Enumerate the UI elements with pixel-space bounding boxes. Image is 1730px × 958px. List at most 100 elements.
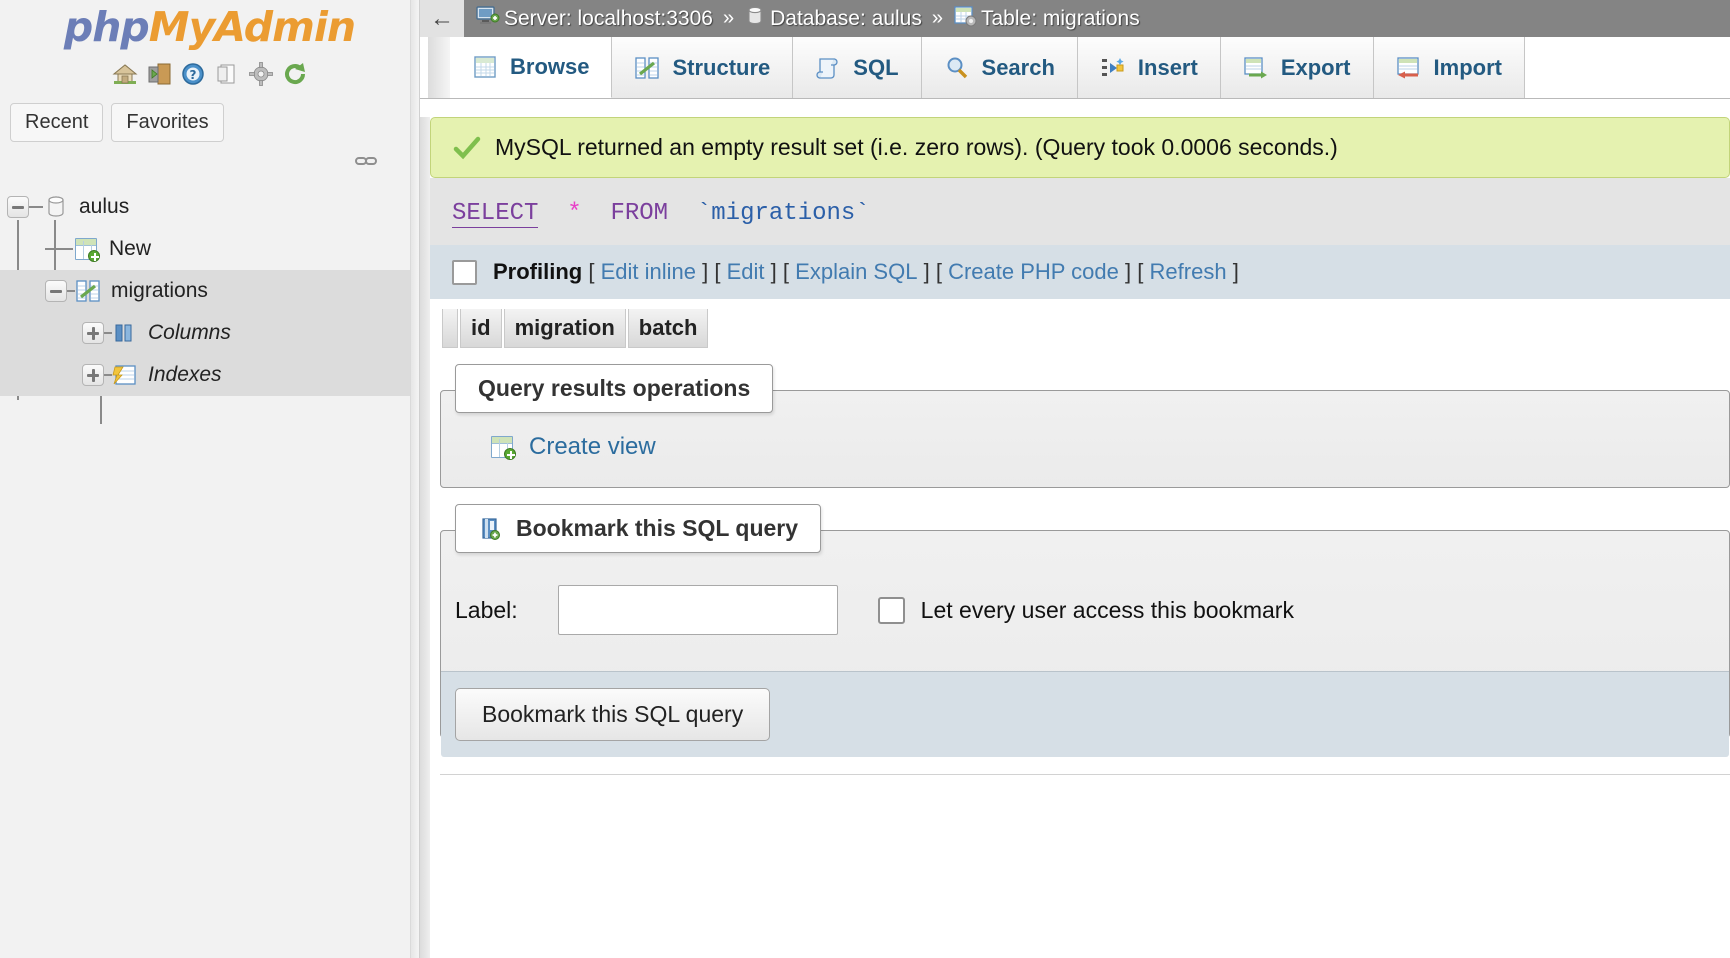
server-icon: [476, 5, 500, 33]
structure-icon: [634, 56, 660, 80]
tree-connector: [67, 290, 75, 293]
quick-nav-buttons: Recent Favorites: [10, 103, 419, 143]
collapse-toggle-aulus[interactable]: [7, 196, 29, 219]
link-explain-sql[interactable]: Explain SQL: [795, 259, 917, 285]
bookmark-legend: Bookmark this SQL query: [455, 504, 822, 553]
table-structure-icon: [75, 279, 101, 303]
tab-structure[interactable]: Structure: [612, 37, 794, 98]
sidebar-icon-row: ?: [0, 61, 419, 87]
sql-star: *: [567, 200, 582, 227]
sidebar-scrollbar[interactable]: [410, 0, 419, 958]
tab-search[interactable]: Search: [921, 37, 1078, 98]
content-area: MySQL returned an empty result set (i.e.…: [420, 117, 1730, 958]
sql-scroll-icon: [815, 56, 841, 80]
sql-keyword-select: SELECT: [452, 200, 539, 228]
tree-node-migrations[interactable]: migrations: [0, 270, 419, 313]
collapse-toggle-migrations[interactable]: [45, 280, 67, 303]
navigation-sidebar: phpMyAdmin ? Recent Favorites aulus New …: [0, 0, 420, 958]
results-table: id migration batch: [440, 309, 710, 348]
bookmark-submit-button[interactable]: Bookmark this SQL query: [455, 688, 771, 741]
tree-node-indexes[interactable]: Indexes: [0, 354, 419, 397]
favorites-button[interactable]: Favorites: [111, 103, 224, 143]
tree-node-label: Columns: [148, 321, 231, 345]
bookmark-share-row[interactable]: Let every user access this bookmark: [877, 596, 1294, 624]
magnifier-icon: [944, 56, 970, 80]
logo-myadmin-text: MyAdmin: [148, 3, 356, 51]
executed-sql-display[interactable]: SELECT * FROM `migrations`: [430, 178, 1730, 245]
docs-icon[interactable]: [214, 61, 240, 87]
logo-php-text: php: [63, 3, 150, 51]
tab-label: SQL: [853, 54, 899, 80]
bookmark-form: Label: Let every user access this bookma…: [441, 561, 1729, 653]
breadcrumb-item-table[interactable]: Table: migrations: [953, 5, 1140, 33]
bookmark-footer: Bookmark this SQL query: [441, 671, 1729, 757]
phpmyadmin-logo[interactable]: phpMyAdmin: [0, 0, 419, 49]
column-header-id[interactable]: id: [460, 309, 502, 348]
help-icon[interactable]: ?: [180, 61, 206, 87]
table-tabs: Browse Structure SQL Search Insert Expor…: [420, 37, 1730, 99]
bookmark-share-label: Let every user access this bookmark: [920, 596, 1294, 623]
tab-browse[interactable]: Browse: [450, 37, 613, 98]
tab-label: Browse: [510, 54, 590, 79]
recent-button[interactable]: Recent: [10, 103, 104, 143]
content-gutter: [420, 117, 430, 958]
tree-node-label: aulus: [79, 195, 130, 219]
tab-import[interactable]: Import: [1373, 37, 1525, 98]
content-bottom-divider: [440, 774, 1730, 775]
create-view-row[interactable]: Create view: [441, 421, 1729, 467]
indexes-icon: [112, 363, 138, 387]
column-header-migration[interactable]: migration: [503, 309, 626, 348]
import-icon: [1396, 56, 1422, 80]
columns-icon: [112, 321, 138, 345]
breadcrumb-database-label: Database: aulus: [770, 6, 922, 30]
breadcrumb-item-server[interactable]: Server: localhost:3306: [476, 5, 713, 33]
create-view-link[interactable]: Create view: [529, 433, 656, 461]
breadcrumb-item-database[interactable]: Database: aulus: [744, 5, 922, 33]
settings-icon[interactable]: [248, 61, 274, 87]
link-refresh[interactable]: Refresh: [1150, 259, 1227, 285]
query-results-operations-legend: Query results operations: [455, 364, 774, 413]
bracket: ]: [1232, 259, 1239, 284]
link-create-php-code[interactable]: Create PHP code: [948, 259, 1119, 285]
expand-toggle-indexes[interactable]: [82, 364, 104, 387]
link-edit-inline[interactable]: Edit inline: [601, 259, 696, 285]
main-panel: ← Server: localhost:3306 » Database: aul…: [420, 0, 1730, 958]
tree-node-new[interactable]: New: [0, 228, 419, 270]
expand-toggle-columns[interactable]: [82, 322, 104, 345]
tree-node-aulus[interactable]: aulus: [0, 186, 419, 228]
tab-label: Import: [1433, 54, 1502, 80]
tab-sql[interactable]: SQL: [793, 37, 922, 98]
query-results-operations-fieldset: Query results operations Create view: [440, 364, 1730, 488]
profiling-label: Profiling: [493, 259, 583, 284]
tree-connector: [104, 332, 112, 335]
chain-link-icon[interactable]: [355, 154, 377, 166]
tab-export[interactable]: Export: [1220, 37, 1374, 98]
tree-connector: [29, 206, 43, 209]
export-icon: [1243, 56, 1269, 80]
table-gear-icon: [953, 5, 977, 33]
breadcrumb-separator: »: [722, 7, 735, 29]
tab-label: Structure: [672, 54, 771, 80]
database-icon: [744, 5, 766, 33]
reload-icon[interactable]: [282, 61, 308, 87]
tree-connector: [45, 248, 73, 251]
sql-keyword-from: FROM: [610, 200, 669, 227]
bookmark-label-input[interactable]: [557, 585, 838, 635]
link-edit[interactable]: Edit: [727, 259, 765, 285]
home-icon[interactable]: [112, 61, 138, 87]
profiling-checkbox[interactable]: [452, 259, 477, 285]
bookmark-share-checkbox[interactable]: [877, 596, 905, 624]
notice-text: MySQL returned an empty result set (i.e.…: [495, 134, 1338, 160]
profiling-toolbar: Profiling [ Edit inline ] [ Edit ] [ Exp…: [430, 245, 1730, 299]
bookmark-legend-text: Bookmark this SQL query: [516, 515, 799, 541]
breadcrumb-server-label: Server: localhost:3306: [504, 6, 713, 30]
logout-icon[interactable]: [146, 61, 172, 87]
tab-label: Insert: [1137, 54, 1198, 80]
back-arrow-icon[interactable]: ←: [420, 0, 464, 37]
tab-insert[interactable]: Insert: [1077, 37, 1221, 98]
query-result-notice: MySQL returned an empty result set (i.e.…: [430, 117, 1730, 178]
tree-node-columns[interactable]: Columns: [0, 312, 419, 355]
column-header-batch[interactable]: batch: [627, 309, 709, 348]
database-tree: aulus New migrations Columns Indexes: [0, 186, 419, 425]
breadcrumb-separator: »: [931, 7, 943, 29]
